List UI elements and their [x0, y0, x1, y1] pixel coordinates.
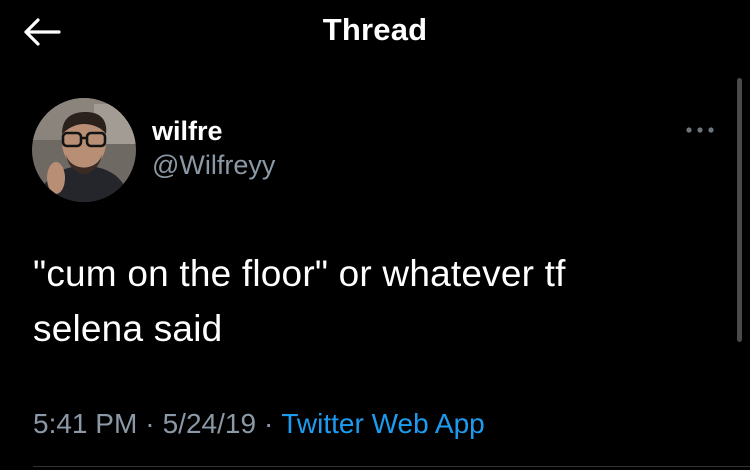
meta-separator: · [264, 408, 274, 439]
tweet-text-line: "cum on the floor" or whatever tf [33, 253, 566, 294]
avatar[interactable] [32, 98, 136, 202]
tweet-date[interactable]: 5/24/19 [163, 408, 256, 439]
source-link[interactable]: Twitter Web App [281, 408, 484, 439]
top-bar: Thread [0, 0, 750, 64]
user-handle[interactable]: @Wilfreyy [152, 148, 275, 182]
tweet-text: "cum on the floor" or whatever tf selena… [33, 246, 713, 356]
avatar-photo [32, 98, 136, 202]
page-title: Thread [322, 12, 428, 47]
more-options-button[interactable] [680, 118, 720, 142]
meta-separator: · [145, 408, 155, 439]
tweet-text-line: selena said [33, 308, 223, 349]
divider [33, 466, 750, 467]
more-horizontal-icon [686, 127, 714, 133]
tweet-meta: 5:41 PM · 5/24/19 · Twitter Web App [33, 404, 485, 444]
scrollbar[interactable] [737, 78, 742, 342]
tweet-author: wilfre @Wilfreyy [32, 98, 275, 202]
author-names: wilfre @Wilfreyy [152, 114, 275, 182]
display-name[interactable]: wilfre [152, 114, 275, 148]
tweet-time[interactable]: 5:41 PM [33, 408, 137, 439]
